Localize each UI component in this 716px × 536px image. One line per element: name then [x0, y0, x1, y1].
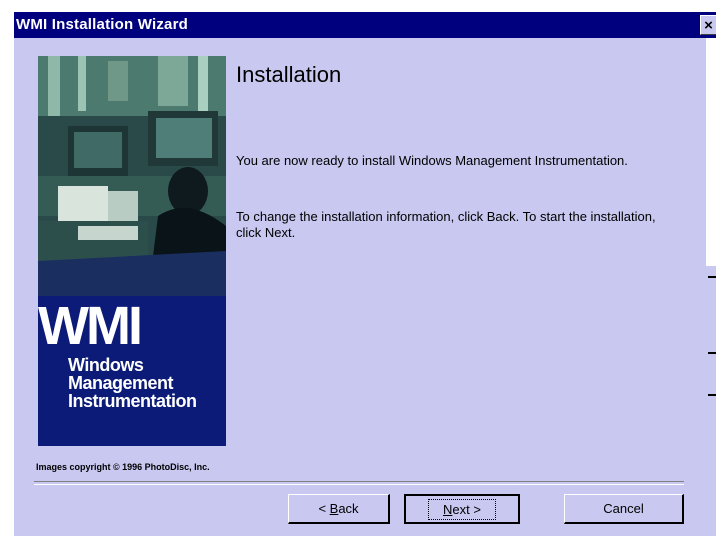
background-window-tick [708, 394, 716, 396]
footer-separator [34, 481, 684, 485]
background-window-tick [708, 352, 716, 354]
close-icon: × [704, 16, 713, 34]
back-label-rest: ack [338, 501, 359, 516]
back-label-mnemonic: B [329, 501, 339, 516]
banner-subtitle-line-3: Instrumentation [68, 391, 197, 411]
background-window-tick [708, 276, 716, 278]
wmi-banner-image: WMI Windows Management Instrumentation [38, 56, 226, 446]
cancel-label: Cancel [603, 501, 644, 516]
wmi-logo: WMI [38, 296, 143, 356]
banner-subtitle-line-1: Windows [68, 355, 144, 375]
back-label-prefix: < [318, 501, 330, 516]
page-heading: Installation [236, 62, 342, 87]
next-label-mnemonic: N [443, 501, 453, 517]
next-button[interactable]: Next > [404, 494, 520, 524]
title-bar[interactable]: WMI Installation Wizard × [14, 12, 716, 38]
banner-subtitle-line-2: Management [68, 373, 174, 393]
window-title: WMI Installation Wizard [16, 16, 188, 33]
close-button[interactable]: × [700, 15, 716, 35]
background-window-edge [706, 38, 716, 266]
cancel-button[interactable]: Cancel [564, 494, 684, 524]
ready-message: You are now ready to install Windows Man… [236, 153, 628, 168]
office-photo [38, 56, 226, 296]
back-button[interactable]: < Back [288, 494, 390, 524]
wizard-window: WMI Installation Wizard × WMI Windows Ma… [12, 10, 716, 536]
next-label-rest: ext > [452, 501, 481, 517]
image-copyright: Images copyright © 1996 PhotoDisc, Inc. [36, 462, 210, 472]
instructions-message: To change the installation information, … [236, 209, 656, 240]
next-focus-rect: Next > [428, 498, 496, 520]
